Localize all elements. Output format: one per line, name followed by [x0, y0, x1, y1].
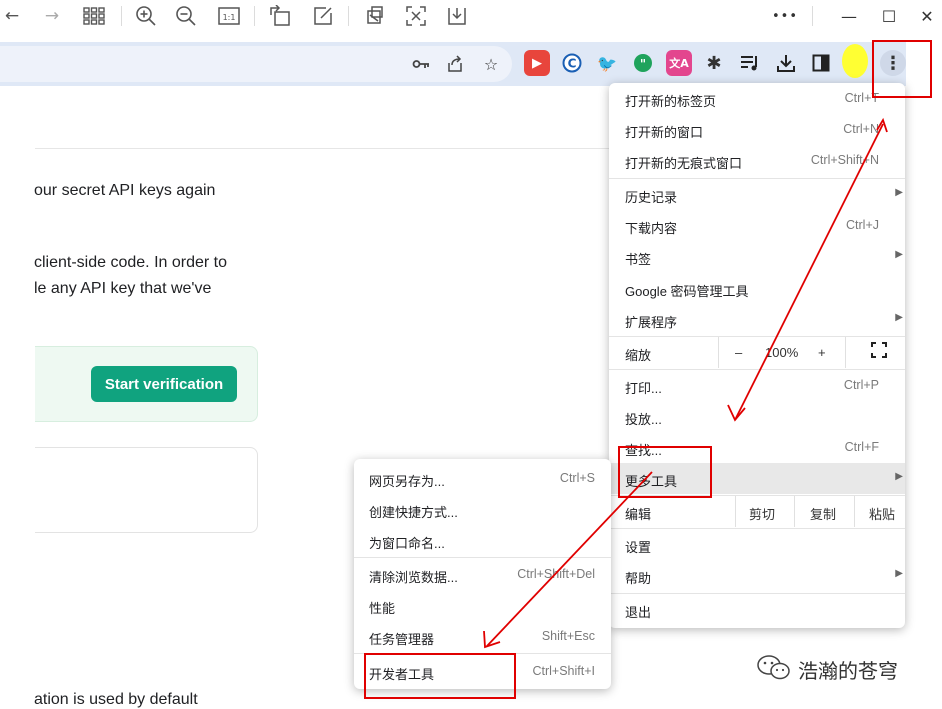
annotation-arrowhead — [727, 404, 746, 422]
annotation-arrowhead — [483, 630, 501, 649]
wechat-icon — [756, 654, 792, 682]
watermark-text: 浩瀚的苍穹 — [798, 659, 898, 683]
annotation-arrow-line — [486, 471, 653, 647]
annotation-arrows — [483, 117, 888, 649]
annotation-arrow-line — [734, 123, 884, 421]
